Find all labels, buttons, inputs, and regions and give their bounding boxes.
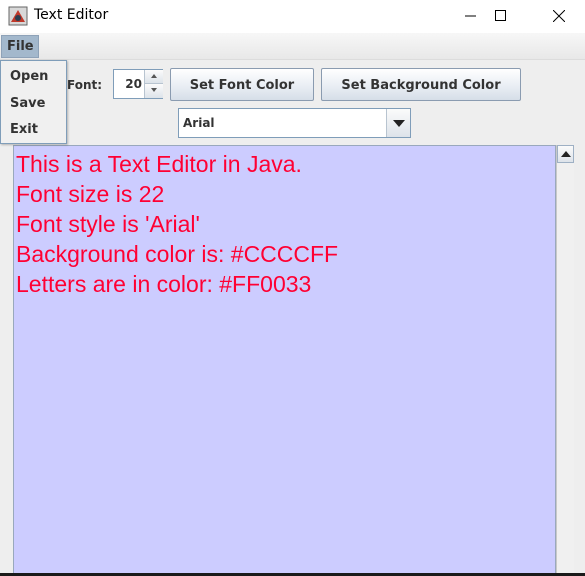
chevron-up-icon (151, 74, 157, 78)
set-background-color-button[interactable]: Set Background Color (321, 68, 521, 101)
menu-bar: File (0, 33, 585, 60)
window-title: Text Editor (34, 7, 109, 23)
font-family-value: Arial (183, 116, 215, 130)
maximize-button[interactable] (478, 0, 524, 32)
menu-item-save[interactable]: Save (10, 96, 45, 111)
editor-line: Font size is 22 (16, 181, 165, 207)
menu-item-open[interactable]: Open (10, 69, 48, 84)
chevron-up-icon (561, 151, 571, 157)
minimize-icon (465, 15, 476, 17)
java-app-icon (8, 6, 28, 26)
close-button[interactable] (536, 0, 582, 32)
spinner-up-button[interactable] (144, 70, 163, 84)
title-bar: Text Editor (0, 0, 585, 33)
vertical-scrollbar[interactable] (556, 145, 574, 576)
editor-line: Font style is 'Arial' (16, 211, 200, 237)
chevron-down-icon (151, 88, 157, 92)
window-frame-edge (574, 145, 585, 576)
font-family-select[interactable]: Arial (178, 108, 411, 138)
menu-item-exit[interactable]: Exit (10, 122, 38, 137)
font-size-label: Font: (67, 78, 103, 92)
maximize-icon (495, 10, 506, 21)
spinner-down-button[interactable] (144, 84, 163, 98)
font-family-dropdown-button[interactable] (386, 109, 410, 137)
font-size-value[interactable]: 20 (114, 70, 144, 98)
chevron-down-icon (393, 120, 405, 127)
set-font-color-button[interactable]: Set Font Color (170, 68, 314, 101)
editor-text-area[interactable]: This is a Text Editor in Java. Font size… (13, 145, 556, 576)
file-menu[interactable]: File (1, 35, 39, 58)
close-icon (553, 10, 565, 22)
editor-line: Background color is: #CCCCFF (16, 241, 339, 267)
editor-line: This is a Text Editor in Java. (16, 151, 302, 177)
editor-line: Letters are in color: #FF0033 (16, 271, 312, 297)
font-size-spinner[interactable]: 20 (113, 69, 163, 99)
file-menu-dropdown: Open Save Exit (0, 60, 67, 144)
scroll-up-button[interactable] (557, 145, 574, 163)
